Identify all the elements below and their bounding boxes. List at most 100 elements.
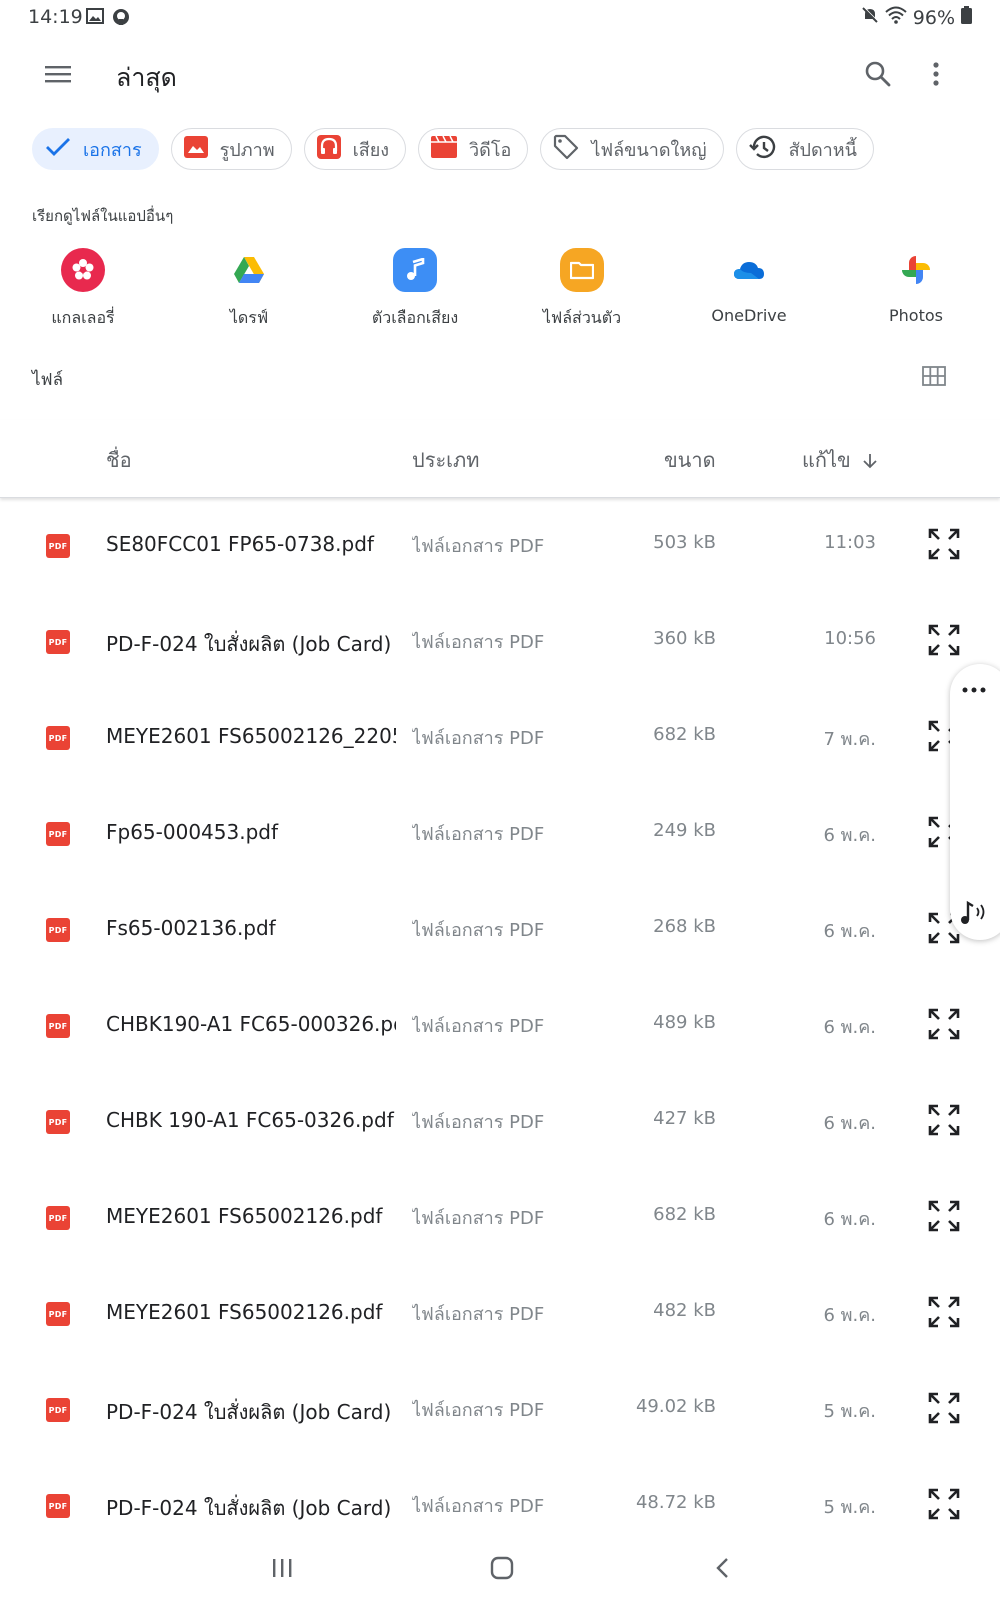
pdf-file-icon: PDF xyxy=(46,1110,70,1134)
more-horiz-icon[interactable] xyxy=(962,678,986,697)
app-bar: ล่าสุด xyxy=(0,44,1000,108)
chip-large-files[interactable]: ไฟล์ขนาดใหญ่ xyxy=(540,128,724,170)
battery-icon xyxy=(961,6,972,29)
file-type: ไฟล์เอกสาร PDF xyxy=(412,1496,545,1517)
search-icon xyxy=(865,61,891,91)
file-name: MEYE2601 FS65002126_2205 xyxy=(106,724,396,748)
chip-videos[interactable]: วิดีโอ xyxy=(418,128,529,170)
table-row[interactable]: PDF CHBK190-A1 FC65-000326.pdf ไฟล์เอกสา… xyxy=(0,980,1000,1076)
back-icon xyxy=(715,1557,729,1583)
column-header-size[interactable]: ขนาด xyxy=(664,444,716,476)
file-type: ไฟล์เอกสาร PDF xyxy=(412,1304,545,1325)
table-row[interactable]: PDF MEYE2601 FS65002126.pdf ไฟล์เอกสาร P… xyxy=(0,1268,1000,1364)
home-button[interactable] xyxy=(482,1552,522,1588)
file-name: Fs65-002136.pdf xyxy=(106,916,276,940)
app-label: OneDrive xyxy=(711,306,787,325)
file-modified: 10:56 xyxy=(824,628,876,649)
expand-icon[interactable] xyxy=(928,624,960,656)
chip-label: วิดีโอ xyxy=(469,139,512,161)
app-photos[interactable]: Photos xyxy=(841,248,991,325)
file-size: 489 kB xyxy=(653,1012,716,1033)
app-label: ไฟล์ส่วนตัว xyxy=(542,308,622,327)
chip-label: สัปดาหนี้ xyxy=(788,139,857,161)
file-size: 682 kB xyxy=(653,1204,716,1225)
file-type: ไฟล์เอกสาร PDF xyxy=(412,728,545,749)
edge-panel-handle[interactable] xyxy=(950,664,1000,940)
expand-icon[interactable] xyxy=(928,1296,960,1328)
column-header-type[interactable]: ประเภท xyxy=(412,444,479,476)
more-options-button[interactable] xyxy=(924,58,948,94)
file-size: 503 kB xyxy=(653,532,716,553)
chip-images[interactable]: รูปภาพ xyxy=(170,128,292,170)
chip-label: รูปภาพ xyxy=(219,139,275,161)
expand-icon[interactable] xyxy=(928,1488,960,1520)
file-modified: 6 พ.ค. xyxy=(823,1305,876,1326)
file-type: ไฟล์เอกสาร PDF xyxy=(412,536,545,557)
expand-icon[interactable] xyxy=(928,528,960,560)
battery-level: 96% xyxy=(912,6,955,29)
table-row[interactable]: PDF Fp65-000453.pdf ไฟล์เอกสาร PDF 249 k… xyxy=(0,788,1000,884)
table-row[interactable]: PDF PD-F-024 ใบสั่งผลิต (Job Card) ไฟล์เ… xyxy=(0,596,1000,692)
file-name: PD-F-024 ใบสั่งผลิต (Job Card) xyxy=(106,1496,392,1520)
file-modified: 6 พ.ค. xyxy=(823,921,876,942)
app-drive[interactable]: ไดรฟ์ xyxy=(174,248,324,331)
file-type: ไฟล์เอกสาร PDF xyxy=(412,824,545,845)
file-name: PD-F-024 ใบสั่งผลิต (Job Card) xyxy=(106,632,392,656)
sound-picker-icon xyxy=(393,248,437,292)
table-row[interactable]: PDF MEYE2601 FS65002126.pdf ไฟล์เอกสาร P… xyxy=(0,1172,1000,1268)
gallery-icon xyxy=(61,248,105,292)
chip-label: เสียง xyxy=(352,139,390,161)
file-name: MEYE2601 FS65002126.pdf xyxy=(106,1300,383,1324)
file-name: PD-F-024 ใบสั่งผลิต (Job Card) xyxy=(106,1400,392,1424)
recent-apps-button[interactable] xyxy=(262,1552,302,1588)
chip-documents[interactable]: เอกสาร xyxy=(32,128,159,170)
app-sound-picker[interactable]: ตัวเลือกเสียง xyxy=(340,248,490,331)
app-label: แกลเลอรี่ xyxy=(51,308,115,327)
app-label: ไดรฟ์ xyxy=(229,308,269,327)
history-icon xyxy=(748,134,777,165)
file-size: 48.72 kB xyxy=(635,1492,716,1513)
grid-view-button[interactable] xyxy=(922,366,950,390)
pdf-file-icon: PDF xyxy=(46,1206,70,1230)
table-row[interactable]: PDF CHBK 190-A1 FC65-0326.pdf ไฟล์เอกสาร… xyxy=(0,1076,1000,1172)
file-name: Fp65-000453.pdf xyxy=(106,820,279,844)
music-note-icon[interactable] xyxy=(958,900,992,930)
menu-button[interactable] xyxy=(40,60,76,92)
app-label: ตัวเลือกเสียง xyxy=(371,308,459,327)
file-type: ไฟล์เอกสาร PDF xyxy=(412,1112,545,1133)
expand-icon[interactable] xyxy=(928,1392,960,1424)
app-gallery[interactable]: แกลเลอรี่ xyxy=(8,248,158,331)
search-button[interactable] xyxy=(860,58,896,94)
home-icon xyxy=(490,1556,514,1584)
column-header-modified[interactable]: แก้ไข xyxy=(802,444,877,476)
files-heading: ไฟล์ xyxy=(32,370,64,390)
expand-icon[interactable] xyxy=(928,1200,960,1232)
pdf-file-icon: PDF xyxy=(46,534,70,558)
expand-icon[interactable] xyxy=(928,1008,960,1040)
pdf-file-icon: PDF xyxy=(46,1014,70,1038)
file-type: ไฟล์เอกสาร PDF xyxy=(412,1400,545,1421)
table-row[interactable]: PDF SE80FCC01 FP65-0738.pdf ไฟล์เอกสาร P… xyxy=(0,500,1000,596)
chip-audio[interactable]: เสียง xyxy=(303,128,407,170)
table-row[interactable]: PDF MEYE2601 FS65002126_2205 ไฟล์เอกสาร … xyxy=(0,692,1000,788)
tag-icon xyxy=(553,134,579,165)
file-type: ไฟล์เอกสาร PDF xyxy=(412,920,545,941)
column-header-name[interactable]: ชื่อ xyxy=(106,444,132,476)
file-size: 360 kB xyxy=(653,628,716,649)
back-button[interactable] xyxy=(702,1552,742,1588)
pdf-file-icon: PDF xyxy=(46,822,70,846)
app-onedrive[interactable]: OneDrive xyxy=(674,248,824,325)
file-modified: 7 พ.ค. xyxy=(823,729,876,750)
pdf-file-icon: PDF xyxy=(46,918,70,942)
image-notification-icon xyxy=(86,8,104,28)
file-type: ไฟล์เอกสาร PDF xyxy=(412,632,545,653)
table-header: ชื่อ ประเภท ขนาด แก้ไข xyxy=(0,420,1000,498)
mute-icon xyxy=(861,6,879,29)
table-row[interactable]: PDF PD-F-024 ใบสั่งผลิต (Job Card) ไฟล์เ… xyxy=(0,1364,1000,1460)
chip-this-week[interactable]: สัปดาหนี้ xyxy=(735,128,874,170)
table-row[interactable]: PDF Fs65-002136.pdf ไฟล์เอกสาร PDF 268 k… xyxy=(0,884,1000,980)
status-bar: 14:19 96% xyxy=(0,0,1000,34)
other-apps-heading: เรียกดูไฟล์ในแอปอื่นๆ xyxy=(32,207,174,225)
expand-icon[interactable] xyxy=(928,1104,960,1136)
app-my-files[interactable]: ไฟล์ส่วนตัว xyxy=(507,248,657,331)
